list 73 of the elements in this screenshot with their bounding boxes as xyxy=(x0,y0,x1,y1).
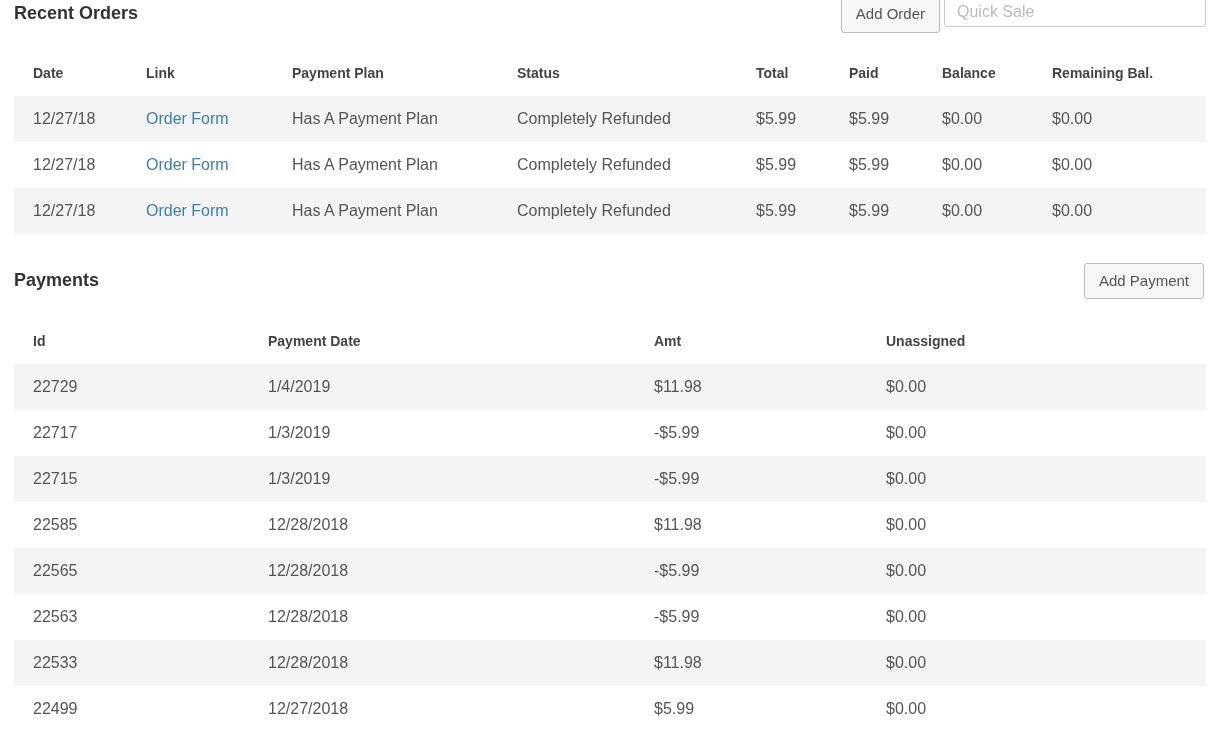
table-cell: $5.99 xyxy=(849,110,890,127)
table-cell: 22729 xyxy=(33,378,78,395)
column-header: Total xyxy=(756,64,789,81)
column-header: Link xyxy=(146,64,175,81)
table-cell: $0.00 xyxy=(886,378,927,395)
order-form-link[interactable]: Order Form xyxy=(146,156,229,173)
add-order-button[interactable]: Add Order xyxy=(840,0,940,33)
section-title: Recent Orders xyxy=(14,3,139,25)
table-cell: 22585 xyxy=(33,516,78,533)
table-cell: $5.99 xyxy=(849,156,890,173)
table-cell: $11.98 xyxy=(654,378,702,395)
quick-sale-field[interactable]: Quick Sale xyxy=(944,0,1206,27)
table-cell: $0.00 xyxy=(886,608,927,625)
table-cell: 22717 xyxy=(33,424,78,441)
section-title: Payments xyxy=(14,270,100,292)
table-cell: 22563 xyxy=(33,608,78,625)
column-header: Remaining Bal. xyxy=(1052,64,1154,81)
table-cell: $5.99 xyxy=(756,156,797,173)
table-cell: 22499 xyxy=(33,700,78,717)
table-cell: 12/27/18 xyxy=(33,156,96,173)
table-cell: 12/28/2018 xyxy=(268,562,349,579)
column-header: Date xyxy=(33,64,64,81)
table-cell: $0.00 xyxy=(942,202,983,219)
table-cell: 1/3/2019 xyxy=(268,470,331,487)
table-cell: 12/28/2018 xyxy=(268,608,349,625)
table-cell: $5.99 xyxy=(756,110,797,127)
column-header: Unassigned xyxy=(886,332,966,349)
table-cell: Has A Payment Plan xyxy=(292,202,438,219)
table-cell: 22533 xyxy=(33,654,78,671)
table-cell: $0.00 xyxy=(886,516,927,533)
table-cell: $0.00 xyxy=(1052,202,1093,219)
table-cell: 12/27/2018 xyxy=(268,700,349,717)
table-cell: $0.00 xyxy=(942,156,983,173)
table-cell: $0.00 xyxy=(1052,156,1093,173)
table-cell: 12/27/18 xyxy=(33,202,96,219)
table-cell: Has A Payment Plan xyxy=(292,110,438,127)
table-cell: $11.98 xyxy=(654,654,702,671)
table-cell: -$5.99 xyxy=(654,608,700,625)
table-cell: 22565 xyxy=(33,562,78,579)
table-cell: $0.00 xyxy=(1052,110,1093,127)
column-header: Paid xyxy=(849,64,879,81)
table-cell: 22715 xyxy=(33,470,78,487)
table-cell: -$5.99 xyxy=(654,562,700,579)
table-cell: Completely Refunded xyxy=(517,110,671,127)
table-cell: 12/28/2018 xyxy=(268,654,349,671)
table-cell: 1/4/2019 xyxy=(268,378,331,395)
table-cell: Completely Refunded xyxy=(517,156,671,173)
table-cell: Has A Payment Plan xyxy=(292,156,438,173)
column-header: Id xyxy=(33,332,46,349)
column-header: Amt xyxy=(654,332,682,349)
table-cell: -$5.99 xyxy=(654,424,700,441)
column-header: Payment Date xyxy=(268,332,361,349)
table-cell: $0.00 xyxy=(886,470,927,487)
table-cell: $5.99 xyxy=(849,202,890,219)
table-cell: $11.98 xyxy=(654,516,702,533)
add-payment-button[interactable]: Add Payment xyxy=(1083,262,1204,300)
table-cell: $5.99 xyxy=(756,202,797,219)
table-cell: $0.00 xyxy=(886,700,927,717)
table-cell: $0.00 xyxy=(942,110,983,127)
table-cell: 1/3/2019 xyxy=(268,424,331,441)
table-cell: 12/27/18 xyxy=(33,110,96,127)
table-cell: Completely Refunded xyxy=(517,202,671,219)
column-header: Payment Plan xyxy=(292,64,384,81)
order-form-link[interactable]: Order Form xyxy=(146,202,229,219)
table-cell: $0.00 xyxy=(886,562,927,579)
table-cell: $5.99 xyxy=(654,700,695,717)
table-cell: $0.00 xyxy=(886,654,927,671)
order-form-link[interactable]: Order Form xyxy=(146,110,229,127)
table-cell: -$5.99 xyxy=(654,470,700,487)
column-header: Balance xyxy=(942,64,996,81)
column-header: Status xyxy=(517,64,560,81)
table-cell: 12/28/2018 xyxy=(268,516,349,533)
table-cell: $0.00 xyxy=(886,424,927,441)
